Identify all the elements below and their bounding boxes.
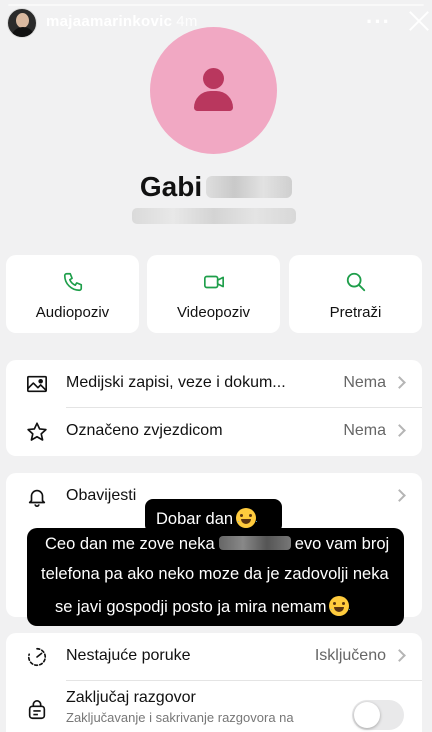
story-header: majaamarinkovic 4m ···: [0, 0, 432, 48]
video-camera-icon: [204, 275, 224, 289]
chevron-right-icon: [393, 649, 406, 662]
close-icon[interactable]: [408, 10, 430, 32]
caption-line2: Ceo dan me zove neka evo vam broj: [45, 535, 390, 553]
disappearing-messages-value: Isključeno: [314, 647, 386, 664]
chat-lock-row[interactable]: Zaključaj razgovor Zaključavanje i sakri…: [6, 681, 422, 732]
chevron-right-icon: [393, 376, 406, 389]
starred-row-value: Nema: [343, 422, 386, 439]
caption-line4: se javi gospodji posto ja mira nemam: [41, 596, 404, 626]
disappearing-messages-label: Nestajuće poruke: [66, 647, 191, 664]
chat-lock-label: Zaključaj razgovor: [66, 689, 196, 706]
video-call-button[interactable]: Videopoziv: [147, 255, 280, 333]
story-time: 4m: [176, 13, 198, 30]
laughing-tears-emoji-icon: [236, 508, 257, 528]
person-icon-body: [194, 91, 233, 111]
blurred-name: [218, 536, 291, 550]
audio-call-button[interactable]: Audiopoziv: [6, 255, 139, 333]
blurred-phone-number: [132, 208, 296, 224]
media-links-docs-row[interactable]: Medijski zapisi, veze i dokum... Nema: [6, 360, 422, 408]
privacy-card: Nestajuće poruke Isključeno Zaključaj ra…: [6, 633, 422, 732]
audio-call-label: Audiopoziv: [35, 304, 110, 321]
image-icon: [27, 375, 47, 393]
action-buttons: Audiopoziv Videopoziv Pretraži: [6, 255, 422, 333]
search-label: Pretraži: [329, 304, 382, 321]
person-icon-head: [203, 68, 224, 89]
notifications-label: Obavijesti: [66, 487, 137, 504]
chevron-right-icon: [393, 424, 406, 437]
starred-row[interactable]: Označeno zvjezdicom Nema: [6, 408, 422, 456]
chat-lock-sublabel: Zaključavanje i sakrivanje razgovora na: [66, 710, 294, 725]
media-row-value: Nema: [343, 374, 386, 391]
caption-line3: telefona pa ako neko moze da je zadovolj…: [41, 565, 389, 583]
contact-name: Gabi: [0, 171, 432, 203]
media-row-label: Medijski zapisi, veze i dokum...: [66, 374, 286, 391]
more-dots-icon[interactable]: ···: [366, 9, 391, 35]
chevron-right-icon: [393, 489, 406, 502]
story-username[interactable]: majaamarinkovic 4m: [46, 13, 198, 30]
laughing-tears-emoji-icon: [329, 596, 350, 616]
disappearing-messages-row[interactable]: Nestajuće poruke Isključeno: [6, 633, 422, 681]
starred-row-label: Označeno zvjezdicom: [66, 422, 223, 439]
chat-lock-icon: [28, 700, 46, 720]
story-caption-body: Ceo dan me zove neka evo vam broj telefon…: [27, 528, 404, 626]
search-icon: [346, 272, 366, 292]
media-card: Medijski zapisi, veze i dokum... Nema Oz…: [6, 360, 422, 456]
story-user-avatar[interactable]: [7, 8, 37, 38]
search-button[interactable]: Pretraži: [289, 255, 422, 333]
bell-icon: [28, 489, 46, 507]
video-call-label: Videopoziv: [176, 304, 251, 321]
phone-icon: [63, 272, 83, 292]
star-icon: [27, 422, 47, 441]
timer-icon: [27, 647, 47, 667]
blurred-surname: [206, 176, 293, 198]
chat-lock-toggle[interactable]: [352, 700, 404, 730]
story-progress-bar: [8, 4, 424, 6]
